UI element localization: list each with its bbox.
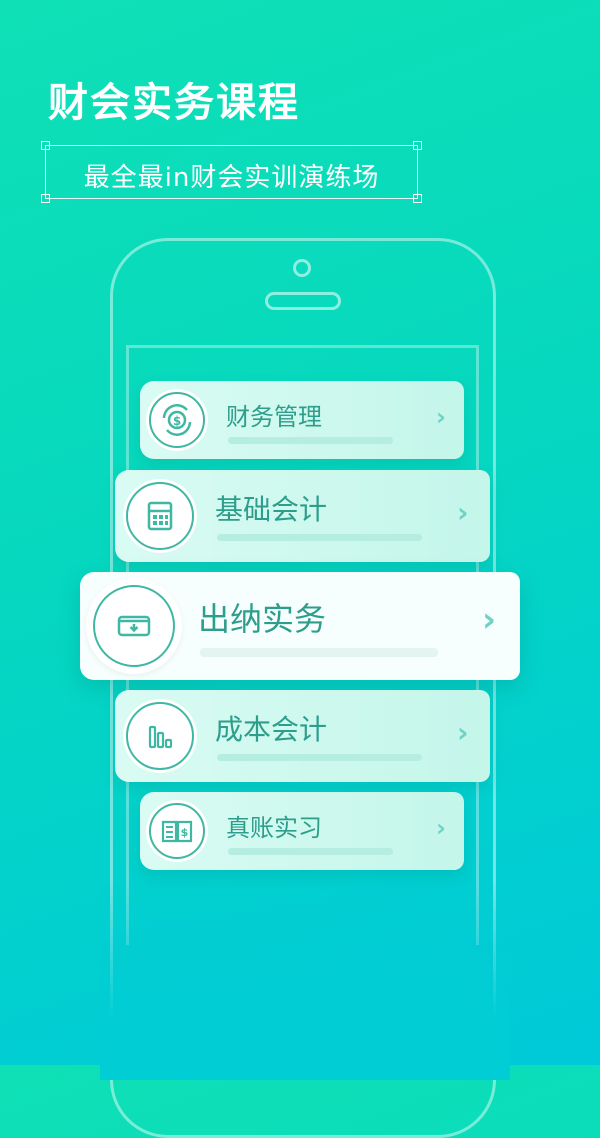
progress-bar: [200, 648, 438, 657]
chevron-right-icon: ›: [457, 716, 469, 749]
chevron-right-icon: ›: [436, 814, 446, 842]
svg-text:$: $: [173, 414, 181, 428]
course-label: 基础会计: [215, 493, 328, 526]
course-card-cashier-practice[interactable]: 出纳实务 ›: [80, 572, 520, 680]
progress-bar: [228, 437, 393, 444]
progress-bar: [228, 848, 393, 855]
course-label: 真账实习: [226, 814, 322, 842]
course-card-basic-accounting[interactable]: 基础会计 ›: [115, 470, 490, 562]
bar-chart-icon: [126, 702, 194, 770]
cash-drawer-icon: [93, 585, 175, 667]
svg-text:$: $: [181, 826, 189, 839]
course-label: 出纳实务: [198, 600, 327, 638]
calculator-icon: [126, 482, 194, 550]
phone-camera: [293, 259, 311, 277]
page-title: 财会实务课程: [48, 80, 300, 126]
subtitle: 最全最in财会实训演练场: [83, 163, 380, 193]
money-cycle-icon: $: [149, 392, 205, 448]
course-card-real-ledger-practice[interactable]: $ 真账实习 ›: [140, 792, 464, 870]
course-label: 财务管理: [226, 403, 322, 431]
phone-speaker: [265, 292, 341, 310]
chevron-right-icon: ›: [482, 600, 497, 640]
chevron-right-icon: ›: [457, 496, 469, 529]
progress-bar: [217, 534, 422, 541]
course-card-cost-accounting[interactable]: 成本会计 ›: [115, 690, 490, 782]
bottom-fade: [100, 880, 510, 1080]
progress-bar: [217, 754, 422, 761]
ledger-book-icon: $: [149, 803, 205, 859]
course-label: 成本会计: [215, 713, 328, 746]
course-card-financial-management[interactable]: $ 财务管理 ›: [140, 381, 464, 459]
chevron-right-icon: ›: [436, 403, 446, 431]
subtitle-frame: 最全最in财会实训演练场: [41, 141, 422, 203]
